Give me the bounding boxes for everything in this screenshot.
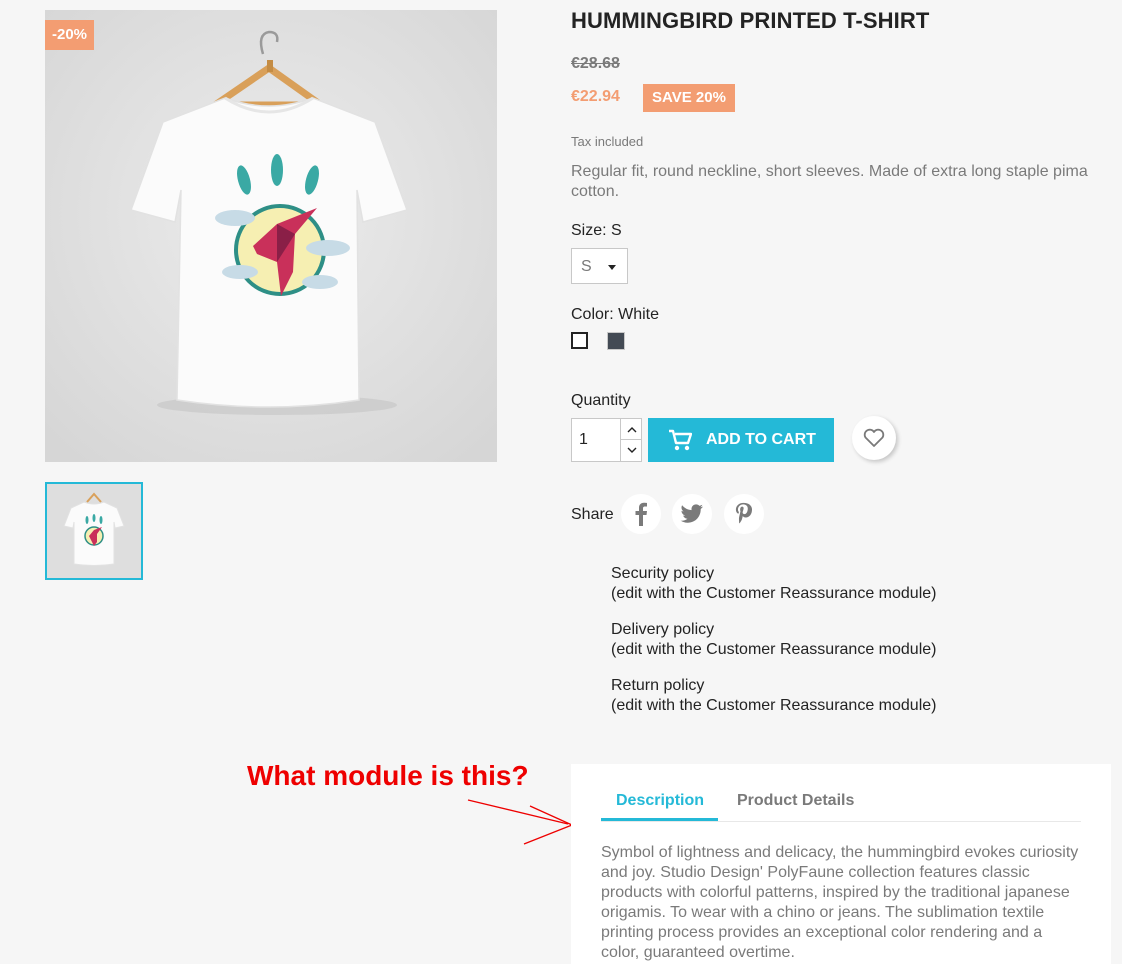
reassurance-note: (edit with the Customer Reassurance modu…	[611, 697, 937, 714]
tabs-divider	[601, 821, 1081, 822]
add-to-cart-button[interactable]: ADD TO CART	[648, 418, 834, 462]
chevron-up-icon	[627, 426, 636, 432]
add-to-cart-label: ADD TO CART	[706, 431, 816, 448]
reassurance-item: Return policy (edit with the Customer Re…	[611, 676, 936, 716]
product-tabs-panel: Description Product Details Symbol of li…	[571, 764, 1111, 964]
color-label: Color: White	[571, 306, 660, 323]
quantity-increment-button[interactable]	[620, 419, 642, 440]
reassurance-title: Security policy	[611, 565, 715, 582]
discount-flag: -20%	[45, 20, 95, 50]
size-label: Size: S	[571, 222, 622, 239]
quantity-stepper	[571, 418, 642, 462]
share-facebook-button[interactable]	[621, 494, 661, 534]
share-pinterest-button[interactable]	[724, 494, 764, 534]
reassurance-note: (edit with the Customer Reassurance modu…	[611, 641, 937, 658]
product-description: Symbol of lightness and delicacy, the hu…	[601, 844, 1079, 961]
product-main-image[interactable]	[45, 10, 497, 462]
reassurance-title: Return policy	[611, 677, 705, 694]
save-badge: SAVE 20%	[643, 84, 735, 112]
pinterest-icon	[735, 502, 753, 524]
short-description: Regular fit, round neckline, short sleev…	[571, 163, 1088, 200]
color-swatch-white[interactable]	[571, 332, 588, 349]
product-thumbnail[interactable]	[45, 482, 143, 580]
quantity-decrement-button[interactable]	[620, 440, 642, 461]
quantity-input[interactable]	[572, 419, 619, 461]
reassurance-title: Delivery policy	[611, 621, 715, 638]
tshirt-thumbnail-icon	[47, 484, 141, 578]
twitter-icon	[680, 504, 703, 523]
tshirt-illustration	[45, 10, 497, 462]
color-swatch-black[interactable]	[607, 332, 625, 350]
product-title: HUMMINGBIRD PRINTED T-SHIRT	[571, 8, 930, 33]
regular-price: €28.68	[571, 55, 620, 72]
quantity-label: Quantity	[571, 392, 631, 409]
chevron-down-icon	[627, 447, 636, 453]
shopping-cart-icon	[669, 429, 692, 451]
caret-down-icon	[608, 265, 616, 270]
share-label: Share	[571, 506, 614, 523]
reassurance-item: Delivery policy (edit with the Customer …	[611, 620, 936, 660]
tab-description[interactable]: Description	[616, 792, 704, 810]
reassurance-note: (edit with the Customer Reassurance modu…	[611, 585, 937, 602]
tab-product-details[interactable]: Product Details	[737, 792, 854, 810]
facebook-icon	[635, 502, 647, 526]
wishlist-button[interactable]	[852, 416, 896, 460]
current-price: €22.94	[571, 88, 620, 105]
size-select[interactable]: S	[571, 248, 628, 284]
reassurance-item: Security policy (edit with the Customer …	[611, 564, 936, 604]
tax-note: Tax included	[571, 134, 644, 149]
size-select-value: S	[581, 258, 592, 275]
annotation-arrow-icon	[467, 799, 573, 845]
annotation-text: What module is this?	[247, 760, 529, 791]
share-twitter-button[interactable]	[672, 494, 712, 534]
heart-icon	[863, 428, 885, 447]
